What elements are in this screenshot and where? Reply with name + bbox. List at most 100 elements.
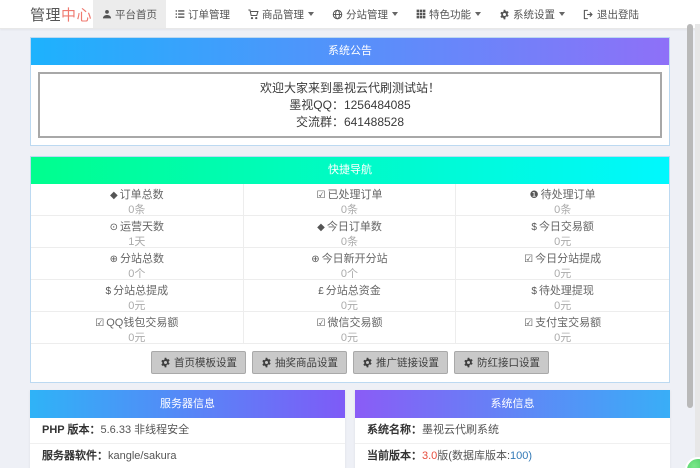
tint-icon: ◆ <box>110 190 118 201</box>
settings-button[interactable]: 推广链接设置 <box>353 351 448 374</box>
announcement-line: 墨视QQ：1256484085 <box>40 97 660 114</box>
stat-value: 0个 <box>244 268 456 280</box>
stat-cell: ◆订单总数0条 <box>31 184 244 216</box>
stat-label: £分站总资金 <box>244 285 456 298</box>
dollar-icon: $ <box>106 286 112 297</box>
info-label: 服务器软件： <box>42 450 108 462</box>
stat-value: 0元 <box>31 300 243 312</box>
exclamation-circle-icon: ❶ <box>530 190 539 201</box>
main-nav: 平台首页 订单管理商品管理分站管理特色功能 系统设置 退出登陆 <box>93 0 648 28</box>
stat-cell: ☑微信交易额 0元 <box>244 312 457 344</box>
stat-cell: ☑QQ钱包交易额0元 <box>31 312 244 344</box>
announcement-panel: 系统公告 欢迎大家来到墨视云代刷测试站！墨视QQ：1256484085交流群：6… <box>30 37 670 146</box>
globe-icon: ⊕ <box>311 254 319 265</box>
stat-label: ☑支付宝交易额 <box>456 317 669 330</box>
nav-item-logout[interactable]: 退出登陆 <box>574 0 648 28</box>
nav-item-label: 系统设置 <box>513 7 555 22</box>
nav-item-label: 平台首页 <box>115 7 157 22</box>
stat-value: 0元 <box>244 332 456 344</box>
tint-icon: ◆ <box>317 222 325 233</box>
quick-nav-panel: 快捷导航 ◆订单总数0条☑已处理订单0条❶待处理订单0条⊙运营天数1天◆今日订单… <box>30 156 670 383</box>
settings-button[interactable]: 抽奖商品设置 <box>252 351 347 374</box>
stat-cell: ☑今日分站提成0元 <box>456 248 669 280</box>
info-value: 版(数据库版本: <box>437 450 510 462</box>
info-value: 100) <box>510 450 532 462</box>
nav-item-home[interactable]: 平台首页 <box>93 0 166 28</box>
floating-service-button[interactable] <box>685 457 700 468</box>
stat-value: 0个 <box>31 268 243 280</box>
info-value: 3.0 <box>422 450 437 462</box>
info-label: PHP 版本： <box>42 424 100 436</box>
stat-label: $今日交易额 <box>456 221 669 234</box>
stat-label: ⊕分站总数 <box>31 253 243 266</box>
scrollbar-thumb[interactable] <box>687 24 693 408</box>
stat-cell: ☑支付宝交易额 0元 <box>456 312 669 344</box>
clock-icon: ⊙ <box>110 222 118 233</box>
check-square-icon: ☑ <box>317 318 326 329</box>
stat-cell: ⊕分站总数 0个 <box>31 248 244 280</box>
gear-icon <box>499 9 510 20</box>
stat-label: ⊕今日新开分站 <box>244 253 456 266</box>
stats-grid: ◆订单总数0条☑已处理订单0条❶待处理订单0条⊙运营天数1天◆今日订单数0条$今… <box>31 184 669 344</box>
nav-item-features[interactable]: 特色功能 <box>407 0 490 28</box>
scrollbar-track[interactable] <box>695 24 700 468</box>
server-info-header: 服务器信息 <box>30 390 345 418</box>
chevron-down-icon <box>475 12 481 16</box>
stat-label: ⊙运营天数 <box>31 221 243 234</box>
system-info-panel: 系统信息 系统名称：墨视云代刷系统当前版本：3.0版(数据库版本:100)链接服… <box>355 390 670 468</box>
settings-button[interactable]: 首页模板设置 <box>151 351 246 374</box>
main-content: 系统公告 欢迎大家来到墨视云代刷测试站！墨视QQ：1256484085交流群：6… <box>30 37 670 468</box>
nav-item-substation[interactable]: 分站管理 <box>323 0 407 28</box>
stat-cell: ⊕今日新开分站 0个 <box>244 248 457 280</box>
admin-dashboard-page: 管理中心 平台首页 订单管理商品管理分站管理特色功能 系统设置 退出登陆 系统公告 欢… <box>0 0 700 468</box>
nav-item-orders[interactable]: 订单管理 <box>166 0 239 28</box>
check-square-icon: ☑ <box>317 190 326 201</box>
announcement-box: 欢迎大家来到墨视云代刷测试站！墨视QQ：1256484085交流群：641488… <box>38 72 662 138</box>
stat-value: 0元 <box>456 268 669 280</box>
nav-item-goods[interactable]: 商品管理 <box>239 0 323 28</box>
stat-value: 0条 <box>244 204 456 216</box>
announcement-line: 交流群：641488528 <box>40 114 660 131</box>
nav-item-label: 订单管理 <box>188 7 230 22</box>
stat-label: ☑QQ钱包交易额 <box>31 317 243 330</box>
stat-label: ☑微信交易额 <box>244 317 456 330</box>
chevron-down-icon <box>308 12 314 16</box>
info-row: 系统名称：墨视云代刷系统 <box>355 418 670 444</box>
chevron-down-icon <box>392 12 398 16</box>
check-square-icon: ☑ <box>95 318 104 329</box>
stat-value: 0元 <box>244 300 456 312</box>
gear-icon <box>463 357 474 368</box>
logo-text-accent: 中心 <box>61 7 92 24</box>
stat-value: 0元 <box>456 236 669 248</box>
stat-label: ◆订单总数 <box>31 189 243 202</box>
list-icon <box>175 9 185 19</box>
stat-value: 0条 <box>244 236 456 248</box>
system-info-header: 系统信息 <box>355 390 670 418</box>
site-logo[interactable]: 管理中心 <box>30 4 92 25</box>
gear-icon <box>160 357 171 368</box>
chevron-down-icon <box>559 12 565 16</box>
server-info-rows: PHP 版本：5.6.33 非线程安全服务器软件：kangle/sakura程序… <box>30 418 345 468</box>
dollar-icon: $ <box>531 286 537 297</box>
stat-label: $分站总提成 <box>31 285 243 298</box>
stat-value: 0元 <box>456 300 669 312</box>
info-panels-row: 服务器信息 PHP 版本：5.6.33 非线程安全服务器软件：kangle/sa… <box>30 390 670 468</box>
logout-icon <box>583 9 594 20</box>
nav-item-settings[interactable]: 系统设置 <box>490 0 574 28</box>
stat-cell: $今日交易额 0元 <box>456 216 669 248</box>
system-info-rows: 系统名称：墨视云代刷系统当前版本：3.0版(数据库版本:100)链接服务器：访问… <box>355 418 670 468</box>
pound-icon: £ <box>318 286 324 297</box>
info-row: 当前版本：3.0版(数据库版本:100) <box>355 444 670 468</box>
quick-nav-header: 快捷导航 <box>31 157 669 184</box>
stat-cell: ⊙运营天数1天 <box>31 216 244 248</box>
stat-label: ☑已处理订单 <box>244 189 456 202</box>
stat-cell: ◆今日订单数0条 <box>244 216 457 248</box>
user-icon <box>102 9 112 19</box>
gear-icon <box>261 357 272 368</box>
info-label: 系统名称： <box>367 424 422 436</box>
stat-cell: £分站总资金 0元 <box>244 280 457 312</box>
info-label: 当前版本： <box>367 450 422 462</box>
server-info-panel: 服务器信息 PHP 版本：5.6.33 非线程安全服务器软件：kangle/sa… <box>30 390 345 468</box>
stat-value: 0元 <box>456 332 669 344</box>
settings-button[interactable]: 防红接口设置 <box>454 351 549 374</box>
